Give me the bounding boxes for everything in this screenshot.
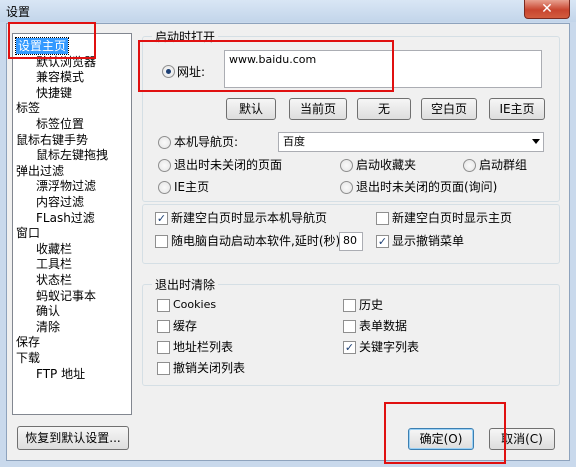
restore-defaults-button[interactable]: 恢复到默认设置... (17, 426, 129, 450)
ie-home-button[interactable]: IE主页 (489, 98, 545, 120)
keyword-list-label: 关键字列表 (359, 340, 420, 354)
tree-item[interactable]: 确认 (36, 303, 60, 319)
blank-page-button[interactable]: 空白页 (421, 98, 477, 120)
show-undo-menu-checkbox[interactable]: ✓ (376, 235, 389, 248)
favorites-label: 启动收藏夹 (356, 158, 417, 172)
window-title: 设置 (6, 5, 31, 19)
favorites-radio[interactable] (340, 159, 353, 172)
autostart-delay-value: 80 (343, 234, 357, 247)
local-nav-label: 本机导航页: (174, 135, 239, 149)
none-button[interactable]: 无 (357, 98, 411, 120)
tree-item[interactable]: 蚂蚁记事本 (36, 288, 96, 304)
new-blank-nav-label: 新建空白页时显示本机导航页 (171, 211, 328, 225)
tree-item[interactable]: 鼠标左键拖拽 (36, 147, 108, 163)
address-list-checkbox[interactable] (157, 341, 170, 354)
autostart-label: 随电脑自动启动本软件,延时(秒) (171, 234, 341, 248)
unclosed-ask-radio[interactable] (340, 181, 353, 194)
tree-item[interactable]: 标签 (16, 100, 40, 116)
local-nav-select-value: 百度 (283, 135, 305, 148)
autostart-delay-input[interactable]: 80 (339, 232, 363, 251)
ie-home-label: IE主页 (174, 180, 210, 194)
autostart-checkbox[interactable] (155, 235, 168, 248)
new-blank-nav-checkbox[interactable]: ✓ (155, 212, 168, 225)
tree-item[interactable]: 兼容模式 (36, 69, 84, 85)
show-undo-menu-label: 显示撤销菜单 (392, 234, 465, 248)
tree-item[interactable]: 鼠标右键手势 (16, 132, 88, 148)
clear-group-title: 退出时清除 (152, 278, 219, 292)
keyword-list-checkbox[interactable]: ✓ (343, 341, 356, 354)
local-nav-radio[interactable] (158, 136, 171, 149)
highlight-box-ok (384, 402, 506, 464)
tree-item[interactable]: 状态栏 (36, 272, 72, 288)
chevron-down-icon (532, 139, 540, 144)
tree-item[interactable]: 内容过滤 (36, 194, 84, 210)
cookies-checkbox[interactable] (157, 299, 170, 312)
title-bar (0, 0, 576, 22)
close-button[interactable]: ✕ (524, 0, 570, 19)
undo-close-list-checkbox[interactable] (157, 362, 170, 375)
tree-item[interactable]: 收藏栏 (36, 241, 72, 257)
default-button[interactable]: 默认 (226, 98, 276, 120)
tree-item[interactable]: 工具栏 (36, 256, 72, 272)
current-page-button[interactable]: 当前页 (289, 98, 347, 120)
tree-item[interactable]: FTP 地址 (36, 366, 85, 382)
new-blank-home-checkbox[interactable] (376, 212, 389, 225)
address-list-label: 地址栏列表 (173, 340, 234, 354)
cache-label: 缓存 (173, 319, 198, 333)
ie-home-radio[interactable] (158, 181, 171, 194)
history-label: 历史 (359, 298, 384, 312)
tree-item[interactable]: 窗口 (16, 225, 40, 241)
cookies-label: Cookies (173, 298, 217, 311)
unclosed-ask-label: 退出时未关闭的页面(询问) (356, 180, 498, 194)
tree-item[interactable]: FLash过滤 (36, 210, 95, 226)
tree-item[interactable]: 弹出过滤 (16, 163, 64, 179)
highlight-box-home (8, 22, 96, 59)
local-nav-select[interactable]: 百度 (278, 132, 544, 152)
highlight-box-url (138, 40, 394, 92)
tree-item[interactable]: 标签位置 (36, 116, 84, 132)
group-label: 启动群组 (479, 158, 528, 172)
close-icon: ✕ (541, 1, 553, 17)
form-data-checkbox[interactable] (343, 320, 356, 333)
tree-item[interactable]: 保存 (16, 334, 40, 350)
tree-item[interactable]: 下载 (16, 350, 40, 366)
history-checkbox[interactable] (343, 299, 356, 312)
tree-item[interactable]: 清除 (36, 319, 60, 335)
unclosed-pages-radio[interactable] (158, 159, 171, 172)
form-data-label: 表单数据 (359, 319, 408, 333)
tree-item[interactable]: 快捷键 (36, 85, 72, 101)
group-radio[interactable] (463, 159, 476, 172)
new-blank-home-label: 新建空白页时显示主页 (392, 211, 513, 225)
undo-close-list-label: 撤销关闭列表 (173, 361, 246, 375)
tree-item[interactable]: 漂浮物过滤 (36, 178, 96, 194)
cache-checkbox[interactable] (157, 320, 170, 333)
unclosed-pages-label: 退出时未关闭的页面 (174, 158, 283, 172)
